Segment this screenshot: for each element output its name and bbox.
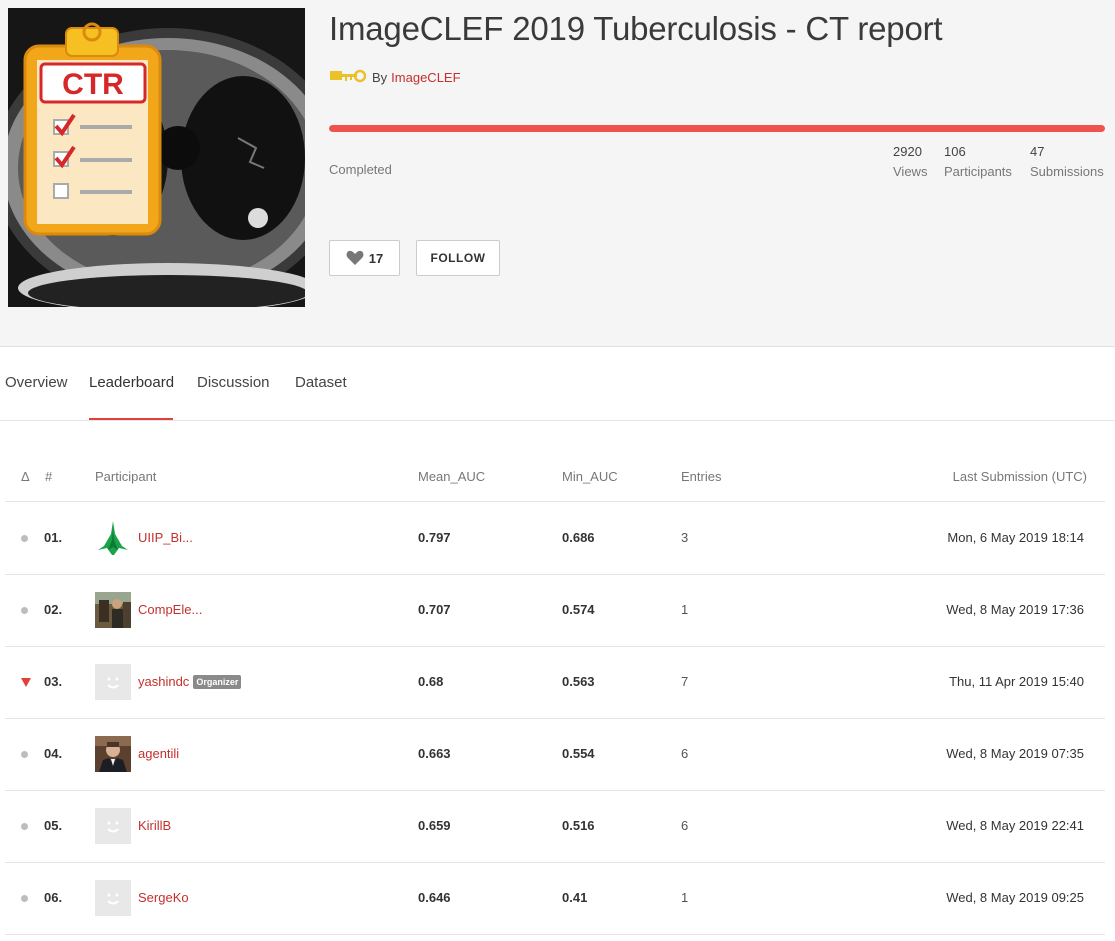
cover-ctr-text: CTR bbox=[62, 68, 124, 101]
challenge-title: ImageCLEF 2019 Tuberculosis - CT report bbox=[329, 10, 943, 47]
tab-leaderboard[interactable]: Leaderboard bbox=[89, 374, 174, 391]
stat-views-value: 2920 bbox=[893, 144, 922, 159]
entries-count: 6 bbox=[681, 818, 689, 833]
participant-link[interactable]: UIIP_Bi... bbox=[138, 530, 193, 545]
participant-link[interactable]: CompEle... bbox=[138, 602, 202, 617]
rank-number: 06. bbox=[44, 890, 63, 905]
rank-number: 04. bbox=[44, 746, 63, 761]
rank-down-icon bbox=[21, 678, 31, 687]
mean-auc-value: 0.646 bbox=[418, 890, 451, 905]
entries-count: 1 bbox=[681, 890, 689, 905]
rank-unchanged-icon bbox=[21, 895, 28, 902]
avatar[interactable] bbox=[95, 880, 131, 916]
col-delta: Δ bbox=[21, 469, 30, 484]
participant-link[interactable]: agentili bbox=[138, 746, 179, 761]
progress-fill bbox=[329, 125, 1105, 132]
last-submission-time: Thu, 11 Apr 2019 15:40 bbox=[949, 674, 1084, 689]
participant-link[interactable]: SergeKo bbox=[138, 890, 189, 905]
rank-unchanged-icon bbox=[21, 751, 28, 758]
leaderboard-row: 05. KirillB 0.659 0.516 6 Wed, 8 May 2019 22:… bbox=[5, 791, 1105, 863]
mean-auc-value: 0.68 bbox=[418, 674, 444, 689]
challenge-tabs: Overview Leaderboard Discussion Dataset bbox=[0, 348, 1115, 421]
follow-button[interactable]: FOLLOW bbox=[416, 240, 500, 276]
like-count: 17 bbox=[368, 250, 384, 266]
min-auc-value: 0.41 bbox=[562, 890, 588, 905]
entries-count: 7 bbox=[681, 674, 689, 689]
challenge-cover-image: CTR bbox=[8, 8, 305, 307]
rank-unchanged-icon bbox=[21, 823, 28, 830]
last-submission-time: Mon, 6 May 2019 18:14 bbox=[947, 530, 1084, 545]
leaderboard-row: 01. UIIP_Bi... 0.797 0.686 3 Mon, 6 May 2019 … bbox=[5, 503, 1105, 575]
col-mean-auc[interactable]: Mean_AUC bbox=[418, 469, 485, 484]
stat-participants: 106 Participants bbox=[944, 142, 1012, 182]
last-submission-time: Wed, 8 May 2019 09:25 bbox=[946, 890, 1084, 905]
challenge-progress-bar bbox=[329, 125, 1105, 132]
col-participant: Participant bbox=[95, 469, 157, 484]
challenge-header: CTR ImageCLEF 2019 Tuberculosis - CT rep… bbox=[0, 0, 1115, 347]
avatar[interactable] bbox=[95, 592, 131, 628]
rank-unchanged-icon bbox=[21, 535, 28, 542]
leaderboard-header: Δ # Participant Mean_AUC Min_AUC Entries… bbox=[5, 452, 1105, 502]
stat-submissions-label: Submissions bbox=[1030, 164, 1104, 179]
last-submission-time: Wed, 8 May 2019 17:36 bbox=[946, 602, 1084, 617]
stat-views-label: Views bbox=[893, 164, 928, 179]
stat-submissions: 47 Submissions bbox=[1030, 142, 1104, 182]
stat-views: 2920 Views bbox=[893, 142, 927, 182]
mean-auc-value: 0.707 bbox=[418, 602, 451, 617]
col-rank: # bbox=[45, 469, 53, 484]
min-auc-value: 0.686 bbox=[562, 530, 595, 545]
col-entries: Entries bbox=[681, 469, 722, 484]
participant-name-cell: yashindc Organizer bbox=[138, 674, 242, 689]
leaderboard-row: 02. CompEle... 0.707 0.574 1 Wed, 8 May 2019 … bbox=[5, 575, 1105, 647]
leaderboard-row: 03. yashindc Organizer 0.68 0.563 7 Thu, 11 Ap… bbox=[5, 647, 1105, 719]
stat-participants-value: 106 bbox=[944, 144, 966, 159]
participant-name-cell: agentili bbox=[138, 746, 179, 761]
participant-name-cell: CompEle... bbox=[138, 602, 202, 617]
organizer-byline: By ImageCLEF bbox=[329, 68, 461, 86]
min-auc-value: 0.516 bbox=[562, 818, 595, 833]
rank-number: 03. bbox=[44, 674, 63, 689]
rank-number: 05. bbox=[44, 818, 63, 833]
entries-count: 3 bbox=[681, 530, 689, 545]
participant-link[interactable]: yashindc bbox=[138, 674, 189, 689]
entries-count: 6 bbox=[681, 746, 689, 761]
participant-name-cell: SergeKo bbox=[138, 890, 189, 905]
rank-number: 01. bbox=[44, 530, 63, 545]
active-tab-indicator bbox=[89, 418, 173, 420]
col-min-auc[interactable]: Min_AUC bbox=[562, 469, 618, 484]
tab-overview[interactable]: Overview bbox=[5, 374, 68, 391]
min-auc-value: 0.563 bbox=[562, 674, 595, 689]
like-button[interactable]: 17 bbox=[329, 240, 400, 276]
leaderboard-row: 06. SergeKo 0.646 0.41 1 Wed, 8 May 2019 09:2… bbox=[5, 863, 1105, 935]
tab-discussion[interactable]: Discussion bbox=[197, 374, 270, 391]
challenge-status: Completed bbox=[329, 162, 392, 177]
leaderboard-row: 04. agentili 0.663 0.554 6 Wed, 8 May 2019 07… bbox=[5, 719, 1105, 791]
participant-name-cell: UIIP_Bi... bbox=[138, 530, 193, 545]
avatar[interactable] bbox=[95, 520, 131, 556]
mean-auc-value: 0.659 bbox=[418, 818, 451, 833]
stat-submissions-value: 47 bbox=[1030, 144, 1045, 159]
participant-link[interactable]: KirillB bbox=[138, 818, 171, 833]
mean-auc-value: 0.663 bbox=[418, 746, 451, 761]
tab-dataset[interactable]: Dataset bbox=[295, 374, 347, 391]
rank-unchanged-icon bbox=[21, 607, 28, 614]
col-last-submission: Last Submission (UTC) bbox=[952, 469, 1087, 484]
by-label: By bbox=[372, 69, 388, 85]
entries-count: 1 bbox=[681, 602, 689, 617]
last-submission-time: Wed, 8 May 2019 07:35 bbox=[946, 746, 1084, 761]
min-auc-value: 0.554 bbox=[562, 746, 595, 761]
stat-participants-label: Participants bbox=[944, 164, 1012, 179]
min-auc-value: 0.574 bbox=[562, 602, 595, 617]
mean-auc-value: 0.797 bbox=[418, 530, 451, 545]
avatar[interactable] bbox=[95, 664, 131, 700]
avatar[interactable] bbox=[95, 808, 131, 844]
rank-number: 02. bbox=[44, 602, 63, 617]
organizer-badge: Organizer bbox=[193, 675, 242, 689]
last-submission-time: Wed, 8 May 2019 22:41 bbox=[946, 818, 1084, 833]
participant-name-cell: KirillB bbox=[138, 818, 171, 833]
heart-icon bbox=[346, 250, 364, 265]
key-icon bbox=[330, 69, 366, 83]
organizer-link[interactable]: ImageCLEF bbox=[391, 70, 460, 85]
avatar[interactable] bbox=[95, 736, 131, 772]
